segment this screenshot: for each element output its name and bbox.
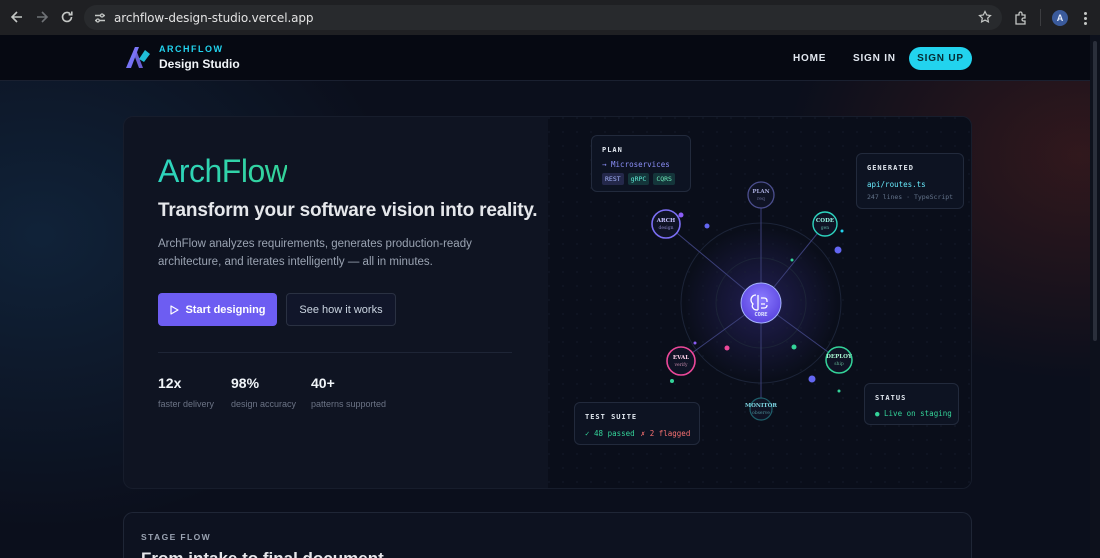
core-label: CORE bbox=[754, 312, 767, 318]
bookmark-star-icon[interactable] bbox=[978, 10, 992, 24]
url-text[interactable]: archflow-design-studio.vercel.app bbox=[114, 11, 314, 25]
reload-icon[interactable] bbox=[54, 4, 80, 30]
play-icon bbox=[170, 304, 180, 315]
svg-text:req: req bbox=[757, 197, 765, 202]
hero-subtitle: Transform your software vision into real… bbox=[158, 200, 538, 221]
forward-arrow-icon[interactable] bbox=[29, 4, 55, 30]
svg-text:CODE: CODE bbox=[816, 218, 834, 224]
stat-label: design accuracy bbox=[231, 399, 297, 409]
test-suite-title: TEST SUITE bbox=[585, 413, 638, 421]
svg-text:PLAN: PLAN bbox=[752, 189, 769, 195]
generated-card-title: GENERATED bbox=[867, 164, 914, 172]
svg-text:verify: verify bbox=[673, 362, 687, 368]
status-text: ● Live on staging bbox=[875, 409, 952, 418]
svg-text:EVAL: EVAL bbox=[673, 355, 689, 361]
scrollbar-thumb[interactable] bbox=[1093, 41, 1097, 341]
hero-description: ArchFlow analyzes requirements, generate… bbox=[158, 238, 472, 268]
svg-text:design: design bbox=[658, 225, 673, 231]
brand-tagline[interactable]: Design Studio bbox=[159, 57, 240, 71]
toolbar-separator bbox=[1040, 9, 1041, 26]
node-code[interactable]: CODE gen bbox=[812, 211, 838, 237]
hero-divider bbox=[158, 352, 512, 353]
status-card-title: STATUS bbox=[875, 394, 907, 402]
page-scrollbar[interactable] bbox=[1090, 35, 1100, 558]
tag-cqrs: CQRS bbox=[653, 173, 675, 185]
tests-flagged: ✗ 2 flagged bbox=[640, 429, 691, 438]
generated-file: api/routes.ts bbox=[867, 180, 926, 189]
site-header: ARCHFLOW Design Studio HOME SIGN IN SIGN… bbox=[0, 35, 1100, 81]
tag-grpc: gRPC bbox=[627, 173, 650, 185]
archflow-logo-icon[interactable] bbox=[124, 44, 152, 70]
test-results: ✓ 48 passed ✗ 2 flagged bbox=[585, 429, 690, 438]
svg-text:ARCH: ARCH bbox=[656, 218, 675, 224]
node-deploy[interactable]: DEPLOY ship bbox=[825, 346, 853, 374]
plan-card: PLAN → Microservices REST gRPC CQRS bbox=[591, 135, 691, 192]
tag-rest: REST bbox=[602, 173, 624, 185]
node-plan[interactable]: PLAN req bbox=[747, 181, 775, 209]
brand-name[interactable]: ARCHFLOW bbox=[159, 44, 224, 54]
status-card: STATUS ● Live on staging bbox=[864, 383, 959, 425]
address-bar[interactable]: archflow-design-studio.vercel.app bbox=[84, 5, 1002, 30]
plan-tags: REST gRPC CQRS bbox=[602, 173, 675, 185]
stage-flow-section: STAGE FLOW From intake to final document bbox=[123, 512, 972, 558]
hero-card: ArchFlow Transform your software vision … bbox=[123, 116, 972, 489]
test-suite-card: TEST SUITE ✓ 48 passed ✗ 2 flagged bbox=[574, 402, 700, 445]
node-eval[interactable]: EVAL verify bbox=[666, 346, 696, 376]
browser-menu-icon[interactable] bbox=[1080, 10, 1090, 26]
svg-text:MONITOR: MONITOR bbox=[745, 403, 777, 409]
page: ARCHFLOW Design Studio HOME SIGN IN SIGN… bbox=[0, 35, 1100, 558]
plan-card-title: PLAN bbox=[602, 146, 623, 154]
svg-text:gen: gen bbox=[821, 226, 830, 231]
generated-card: GENERATED api/routes.ts 247 lines · Type… bbox=[856, 153, 964, 209]
stage-flow-label: STAGE FLOW bbox=[141, 532, 212, 542]
stat-value: 98% bbox=[231, 375, 260, 391]
stat-value: 12x bbox=[158, 375, 182, 391]
generated-meta: 247 lines · TypeScript bbox=[867, 193, 954, 201]
stat-label: patterns supported bbox=[311, 399, 387, 409]
stage-flow-title: From intake to final document bbox=[141, 549, 384, 558]
site-info-icon[interactable] bbox=[92, 10, 108, 26]
browser-toolbar: archflow-design-studio.vercel.app A bbox=[0, 0, 1100, 35]
svg-text:DEPLOY: DEPLOY bbox=[826, 354, 852, 360]
profile-avatar[interactable]: A bbox=[1052, 10, 1068, 26]
stat-label: faster delivery bbox=[158, 399, 215, 409]
architecture-diagram: CORE PLAN req ARCH design CODE gen EVAL … bbox=[548, 117, 971, 488]
nav-sign-in-link[interactable]: SIGN IN bbox=[853, 53, 896, 64]
hero-title: ArchFlow bbox=[158, 153, 288, 189]
see-how-it-works-button[interactable]: See how it works bbox=[286, 293, 396, 326]
extensions-puzzle-icon[interactable] bbox=[1013, 10, 1029, 26]
stat-value: 40+ bbox=[311, 375, 335, 391]
back-arrow-icon[interactable] bbox=[4, 4, 30, 30]
plan-card-item: → Microservices bbox=[602, 160, 670, 169]
tests-passed: ✓ 48 passed bbox=[585, 429, 635, 438]
svg-text:ship: ship bbox=[834, 361, 844, 367]
node-arch[interactable]: ARCH design bbox=[651, 209, 681, 239]
svg-text:observe: observe bbox=[752, 410, 770, 416]
sign-up-button[interactable]: SIGN UP bbox=[909, 47, 972, 70]
start-designing-button[interactable]: Start designing bbox=[158, 293, 277, 326]
start-designing-label: Start designing bbox=[185, 303, 266, 316]
nav-home-link[interactable]: HOME bbox=[793, 53, 826, 64]
